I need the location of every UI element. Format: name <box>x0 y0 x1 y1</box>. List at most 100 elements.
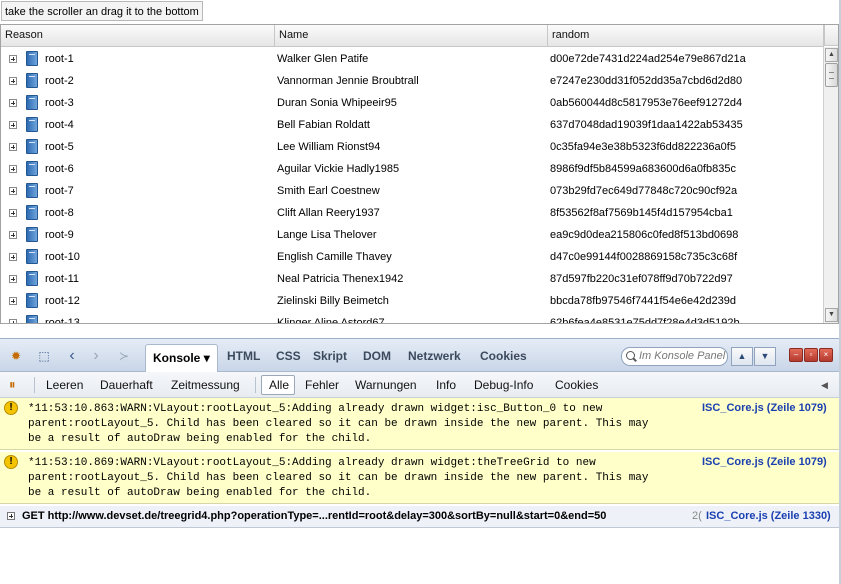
cell-random: 87d597fb220c31ef078ff9d70b722d97 <box>550 273 733 285</box>
column-header-name[interactable]: Name <box>275 25 548 46</box>
table-row[interactable]: root-9 Lange Lisa Thelover ea9c9d0dea21580… <box>1 224 823 246</box>
request-time: 2( <box>692 510 702 522</box>
filter-errors-button[interactable]: Fehler <box>305 372 339 398</box>
tab-css[interactable]: CSS <box>276 349 301 363</box>
firebug-bug-icon[interactable]: ✹ <box>8 348 24 364</box>
close-icon[interactable]: × <box>819 348 833 362</box>
expand-icon[interactable] <box>9 209 17 217</box>
expand-icon[interactable] <box>9 77 17 85</box>
minimize-icon[interactable]: – <box>789 348 803 362</box>
tab-html[interactable]: HTML <box>227 349 260 363</box>
cell-reason: root-7 <box>45 185 74 197</box>
toolbar-scroll-left-icon[interactable]: ◀ <box>821 372 828 398</box>
scroll-thumb[interactable] <box>825 63 838 87</box>
cell-name: Smith Earl Coestnew <box>277 185 380 197</box>
cell-reason: root-12 <box>45 295 80 307</box>
folder-book-icon <box>26 205 38 220</box>
profile-button[interactable]: Zeitmessung <box>171 372 240 398</box>
expand-icon[interactable] <box>9 55 17 63</box>
folder-book-icon <box>26 271 38 286</box>
cell-random: 8986f9df5b84599a683600d6a0fb835c <box>550 163 736 175</box>
persist-button[interactable]: Dauerhaft <box>100 372 153 398</box>
table-row[interactable]: root-10 English Camille Thavey d47c0e99144… <box>1 246 823 268</box>
table-row[interactable]: root-11 Neal Patricia Thenex1942 87d597fb2… <box>1 268 823 290</box>
clear-button[interactable]: Leeren <box>46 372 83 398</box>
break-on-errors-icon[interactable]: ⏸ <box>9 372 16 398</box>
filter-all-button[interactable]: Alle <box>269 372 289 398</box>
filter-warnings-button[interactable]: Warnungen <box>355 372 417 398</box>
expand-icon[interactable] <box>9 187 17 195</box>
folder-book-icon <box>26 227 38 242</box>
tab-konsole[interactable]: Konsole ▾ <box>145 344 218 372</box>
console-warning-message: ! *11:53:10.869:WARN:VLayout:rootLayout_… <box>0 452 839 504</box>
expand-icon[interactable] <box>9 275 17 283</box>
grid-footer-space <box>0 324 839 338</box>
source-link[interactable]: ISC_Core.js (Zeile 1079) <box>702 456 827 468</box>
folder-book-icon <box>26 139 38 154</box>
expand-icon[interactable] <box>9 253 17 261</box>
filter-debug-button[interactable]: Debug-Info <box>474 372 533 398</box>
command-line-icon[interactable]: ≻ <box>116 348 132 364</box>
table-row[interactable]: root-6 Aguilar Vickie Hadly1985 8986f9df5b… <box>1 158 823 180</box>
tab-cookies[interactable]: Cookies <box>480 349 527 363</box>
cell-name: Clift Allan Reery1937 <box>277 207 380 219</box>
cell-random: 637d7048dad19039f1daa1422ab53435 <box>550 119 743 131</box>
tab-netzwerk[interactable]: Netzwerk <box>408 349 461 363</box>
table-row[interactable]: root-4 Bell Fabian Roldatt 637d7048dad1903… <box>1 114 823 136</box>
table-row[interactable]: root-13 Klinger Aline Astord67 62b6fea4e85… <box>1 312 823 323</box>
expand-icon[interactable] <box>9 297 17 305</box>
search-icon <box>626 351 635 360</box>
console-toolbar: ⏸ Leeren Dauerhaft Zeitmessung Alle Fehl… <box>0 372 839 398</box>
tab-dom[interactable]: DOM <box>363 349 391 363</box>
table-row[interactable]: root-3 Duran Sonia Whipeeir95 0ab560044d8c… <box>1 92 823 114</box>
column-header-random[interactable]: random <box>548 25 824 46</box>
detach-icon[interactable]: ▫ <box>804 348 818 362</box>
table-row[interactable]: root-7 Smith Earl Coestnew 073b29fd7ec649d… <box>1 180 823 202</box>
grid-body: root-1 Walker Glen Patife d00e72de7431d224… <box>1 47 823 323</box>
folder-book-icon <box>26 161 38 176</box>
tab-skript[interactable]: Skript <box>313 349 347 363</box>
cell-reason: root-5 <box>45 141 74 153</box>
drag-instruction-button[interactable]: take the scroller an drag it to the bott… <box>1 1 203 21</box>
firebug-panel: ✹ ⬚ ‹ › ≻ Konsole ▾ HTML CSS Skript DOM … <box>0 338 841 584</box>
scroll-down-arrow-icon[interactable]: ▼ <box>825 308 838 322</box>
scroll-up-arrow-icon[interactable]: ▲ <box>825 48 838 62</box>
column-header-reason[interactable]: Reason <box>1 25 275 46</box>
cell-reason: root-8 <box>45 207 74 219</box>
filter-info-button[interactable]: Info <box>436 372 456 398</box>
cell-name: Lee William Rionst94 <box>277 141 381 153</box>
forward-icon[interactable]: › <box>88 348 104 364</box>
toolbar-divider <box>255 377 256 393</box>
inspect-icon[interactable]: ⬚ <box>36 348 52 364</box>
cell-reason: root-10 <box>45 251 80 263</box>
table-row[interactable]: root-8 Clift Allan Reery1937 8f53562f8af75… <box>1 202 823 224</box>
expand-icon[interactable] <box>9 121 17 129</box>
warning-icon: ! <box>4 455 18 469</box>
tree-grid: Reason Name random root-1 Walker Glen Pat… <box>0 24 839 324</box>
expand-icon[interactable] <box>9 143 17 151</box>
table-row[interactable]: root-2 Vannorman Jennie Broubtrall e7247e2… <box>1 70 823 92</box>
cell-reason: root-9 <box>45 229 74 241</box>
folder-book-icon <box>26 95 38 110</box>
warning-icon: ! <box>4 401 18 415</box>
expand-icon[interactable] <box>9 231 17 239</box>
back-icon[interactable]: ‹ <box>64 348 80 364</box>
request-url[interactable]: GET http://www.devset.de/treegrid4.php?o… <box>22 506 606 526</box>
expand-icon[interactable] <box>9 165 17 173</box>
source-link[interactable]: ISC_Core.js (Zeile 1079) <box>702 402 827 414</box>
table-row[interactable]: root-1 Walker Glen Patife d00e72de7431d224… <box>1 48 823 70</box>
warning-text: *11:53:10.869:WARN:VLayout:rootLayout_5:… <box>28 457 649 499</box>
filter-cookies-button[interactable]: Cookies <box>555 372 598 398</box>
expand-icon[interactable] <box>9 319 17 323</box>
table-row[interactable]: root-5 Lee William Rionst94 0c35fa94e3e38b… <box>1 136 823 158</box>
source-link[interactable]: ISC_Core.js (Zeile 1330) <box>706 506 831 526</box>
search-next-button[interactable]: ▼ <box>754 347 776 366</box>
table-row[interactable]: root-12 Zielinski Billy Beimetch bbcda78fb… <box>1 290 823 312</box>
vertical-scrollbar[interactable]: ▲ ▼ <box>823 47 838 323</box>
console-search-input[interactable]: Im Konsole Panel suchen <box>621 347 728 366</box>
expand-icon[interactable] <box>7 512 15 520</box>
network-request-row[interactable]: GET http://www.devset.de/treegrid4.php?o… <box>0 506 839 528</box>
search-prev-button[interactable]: ▲ <box>731 347 753 366</box>
expand-icon[interactable] <box>9 99 17 107</box>
warning-text: *11:53:10.863:WARN:VLayout:rootLayout_5:… <box>28 403 649 445</box>
